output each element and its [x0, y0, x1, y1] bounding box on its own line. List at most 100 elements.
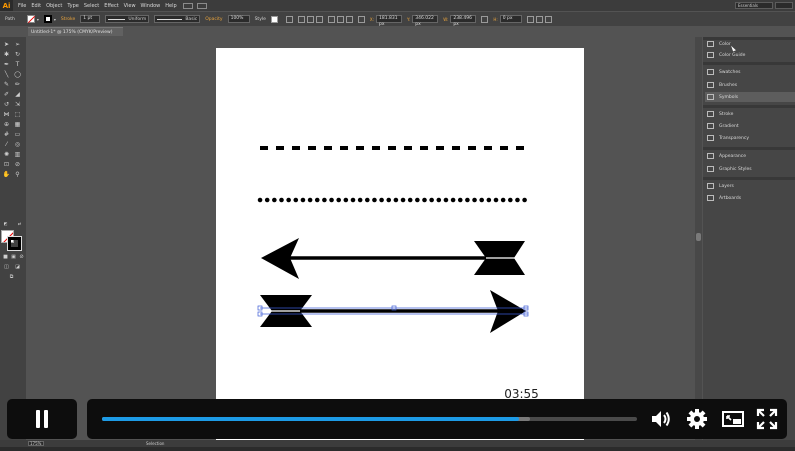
none-mode-icon[interactable]: ⊘: [17, 254, 26, 261]
y-field[interactable]: 346.022 px: [412, 15, 439, 27]
panel-transparency[interactable]: Transparency: [705, 133, 795, 143]
blend-tool-icon[interactable]: ◎: [13, 141, 22, 148]
panel-layers[interactable]: Layers: [705, 181, 795, 191]
panel-color-guide[interactable]: Color Guide: [705, 50, 795, 60]
mesh-tool-icon[interactable]: #: [2, 131, 11, 138]
stroke-swatch[interactable]: [43, 15, 52, 23]
menu-type[interactable]: Type: [67, 3, 78, 9]
menu-select[interactable]: Select: [84, 3, 99, 9]
draw-behind-icon[interactable]: ◪: [13, 264, 22, 271]
dock-grip[interactable]: [703, 105, 795, 108]
fullscreen-button[interactable]: [756, 408, 778, 430]
document-tab[interactable]: Untitled-1* @ 175% (CMYK/Preview): [28, 27, 123, 36]
free-transform-tool-icon[interactable]: ⬚: [13, 111, 22, 118]
swap-colors-icon[interactable]: ⇄: [15, 220, 24, 227]
workspace-switcher[interactable]: Essentials: [735, 2, 773, 9]
pen-tool-icon[interactable]: ✒: [2, 61, 11, 68]
column-graph-tool-icon[interactable]: ▥: [13, 151, 22, 158]
panel-artboards[interactable]: Artboards: [705, 193, 795, 203]
direct-selection-tool-icon[interactable]: ➢: [13, 41, 22, 48]
height-field[interactable]: 0 px: [499, 15, 522, 23]
opacity-field[interactable]: 100%: [227, 15, 250, 23]
screen-mode-icon[interactable]: ⧉: [7, 274, 16, 281]
default-colors-icon[interactable]: ◩: [1, 220, 10, 227]
pencil-tool-icon[interactable]: ✏: [13, 81, 22, 88]
progress-track[interactable]: [102, 417, 637, 421]
panel-graphic-styles[interactable]: Graphic Styles: [705, 164, 795, 174]
type-tool-icon[interactable]: T: [13, 61, 22, 68]
scrollbar-thumb[interactable]: [696, 233, 701, 241]
align-left-icon[interactable]: [297, 15, 305, 23]
arrow-right[interactable]: [260, 290, 526, 333]
selection-tool-icon[interactable]: ➤: [2, 41, 11, 48]
panel-brushes[interactable]: Brushes: [705, 80, 795, 90]
eyedropper-tool-icon[interactable]: ⁄: [2, 141, 11, 148]
panel-swatches[interactable]: Swatches: [705, 67, 795, 77]
paintbrush-tool-icon[interactable]: ✎: [2, 81, 11, 88]
canvas-area[interactable]: [27, 37, 698, 447]
align-middle-icon[interactable]: [336, 15, 344, 23]
draw-normal-icon[interactable]: ◫: [2, 264, 11, 271]
scale-tool-icon[interactable]: ⇲: [13, 101, 22, 108]
magic-wand-tool-icon[interactable]: ✱: [2, 51, 11, 58]
align-right-icon[interactable]: [315, 15, 323, 23]
menu-help[interactable]: Help: [165, 3, 176, 9]
bridge-icon[interactable]: [182, 2, 193, 9]
menu-view[interactable]: View: [124, 3, 136, 9]
dock-grip[interactable]: [703, 147, 795, 150]
menu-file[interactable]: File: [18, 3, 26, 9]
panel-menu-icon[interactable]: [544, 15, 552, 23]
recolor-icon[interactable]: [285, 15, 293, 23]
menu-object[interactable]: Object: [46, 3, 62, 9]
opacity-link[interactable]: Opacity: [205, 17, 222, 22]
panel-appearance[interactable]: Appearance: [705, 151, 795, 161]
variable-width-profile[interactable]: Uniform: [105, 15, 150, 23]
align-bottom-icon[interactable]: [345, 15, 353, 23]
chevron-down-icon[interactable]: ▾: [37, 17, 39, 22]
symbol-sprayer-tool-icon[interactable]: ✺: [2, 151, 11, 158]
transform-icon[interactable]: [526, 15, 534, 23]
panel-stroke[interactable]: Stroke: [705, 109, 795, 119]
panel-color[interactable]: Color: [705, 39, 795, 49]
reference-point-icon[interactable]: [357, 15, 365, 23]
arrow-left[interactable]: [261, 238, 525, 279]
graphic-style-swatch[interactable]: [270, 15, 278, 23]
arrange-documents-icon[interactable]: [196, 2, 207, 9]
eraser-tool-icon[interactable]: ◢: [13, 91, 22, 98]
fill-stroke-widget[interactable]: [1, 230, 23, 252]
hand-tool-icon[interactable]: ✋: [2, 171, 11, 178]
isolate-icon[interactable]: [535, 15, 543, 23]
menu-effect[interactable]: Effect: [104, 3, 118, 9]
width-tool-icon[interactable]: ⋈: [2, 111, 11, 118]
align-center-icon[interactable]: [306, 15, 314, 23]
stroke-weight-field[interactable]: 1 pt: [80, 15, 101, 23]
dock-grip[interactable]: [703, 177, 795, 180]
blob-brush-tool-icon[interactable]: ✐: [2, 91, 11, 98]
rotate-tool-icon[interactable]: ↺: [2, 101, 11, 108]
constrain-proportions-icon[interactable]: [481, 15, 489, 23]
width-field[interactable]: 238.496 px: [450, 15, 477, 27]
volume-button[interactable]: [650, 408, 672, 430]
gradient-tool-icon[interactable]: ▭: [13, 131, 22, 138]
menu-window[interactable]: Window: [141, 3, 161, 9]
pause-button[interactable]: [7, 399, 77, 439]
zoom-field[interactable]: 175%: [28, 441, 44, 446]
slice-tool-icon[interactable]: ⊘: [13, 161, 22, 168]
ellipse-tool-icon[interactable]: ◯: [13, 71, 22, 78]
artboard-tool-icon[interactable]: ⊡: [2, 161, 11, 168]
align-top-icon[interactable]: [327, 15, 335, 23]
panel-symbols[interactable]: Symbols: [705, 92, 795, 102]
stroke-link[interactable]: Stroke: [61, 17, 75, 22]
stroke-box[interactable]: [7, 236, 22, 251]
x-field[interactable]: 181.831 px: [375, 15, 402, 27]
brush-definition[interactable]: Basic: [154, 15, 201, 23]
shape-builder-tool-icon[interactable]: ⊕: [2, 121, 11, 128]
zoom-tool-icon[interactable]: ⚲: [13, 171, 22, 178]
perspective-grid-tool-icon[interactable]: ▦: [13, 121, 22, 128]
fill-swatch[interactable]: [26, 15, 35, 23]
settings-button[interactable]: [686, 408, 708, 430]
dock-grip[interactable]: [703, 62, 795, 65]
lasso-tool-icon[interactable]: ↻: [13, 51, 22, 58]
vertical-scrollbar[interactable]: [695, 37, 702, 447]
line-tool-icon[interactable]: ╲: [2, 71, 11, 78]
